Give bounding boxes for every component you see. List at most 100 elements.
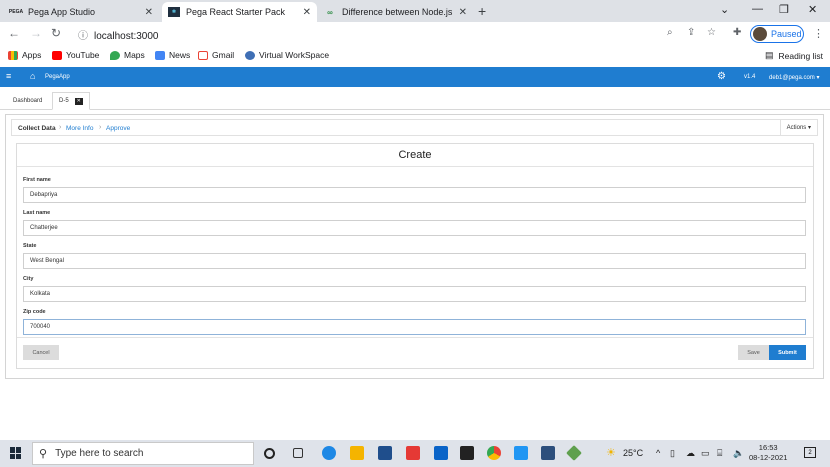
reload-button[interactable]: ↻: [51, 26, 61, 40]
bookmark-virtual-workspace[interactable]: Virtual WorkSpace: [245, 50, 329, 60]
tab-search-chevron-icon[interactable]: ⌄: [720, 3, 729, 16]
stage-breadcrumb: Collect Data › More Info › Approve Actio…: [11, 119, 818, 136]
browser-tab-title: Pega App Studio: [28, 7, 96, 17]
weather-temperature[interactable]: 25°C: [623, 448, 643, 458]
bookmark-apps[interactable]: Apps: [8, 50, 41, 60]
network-icon[interactable]: ⌸: [717, 448, 722, 459]
browser-tab-node-difference[interactable]: ∞ Difference between Node.js and ✕: [318, 2, 473, 22]
reading-list-button[interactable]: ▤ Reading list: [765, 50, 823, 61]
last-name-label: Last name: [23, 210, 51, 216]
first-name-field[interactable]: Debapriya: [23, 187, 806, 203]
weather-sun-icon[interactable]: ☀: [606, 446, 616, 459]
stage-approve[interactable]: Approve: [106, 125, 130, 132]
bookmark-gmail[interactable]: Gmail: [198, 50, 234, 60]
create-form: Create First name Debapriya Last name Ch…: [16, 143, 814, 369]
close-window-button[interactable]: ✕: [808, 3, 817, 16]
news-icon: [155, 50, 165, 60]
zoom-icon[interactable]: ⌕: [667, 27, 673, 38]
chevron-up-icon[interactable]: ^: [656, 448, 660, 458]
device-icon[interactable]: ▯: [670, 448, 675, 459]
cancel-button[interactable]: Cancel: [23, 345, 59, 360]
url-text: localhost:3000: [94, 31, 159, 42]
notification-center-icon[interactable]: 2: [804, 447, 816, 458]
form-title: Create: [17, 144, 813, 167]
profile-paused-button[interactable]: Paused: [750, 25, 804, 43]
close-tab-icon[interactable]: ✕: [74, 97, 83, 105]
last-name-field[interactable]: Chatterjee: [23, 220, 806, 236]
mail-icon[interactable]: [434, 446, 448, 460]
user-menu[interactable]: deb1@pega.com ▾: [769, 74, 819, 81]
bookmark-label: YouTube: [66, 50, 100, 60]
chrome-icon[interactable]: [487, 446, 501, 460]
actions-menu-button[interactable]: Actions ▾: [779, 120, 817, 135]
battery-icon[interactable]: ▭: [701, 448, 710, 459]
browser-tab-pega-studio[interactable]: PEGA Pega App Studio ✕: [4, 2, 159, 22]
clock-time: 16:53: [758, 443, 778, 452]
city-field[interactable]: Kolkata: [23, 286, 806, 302]
tab-dashboard[interactable]: Dashboard: [7, 92, 48, 110]
close-tab-icon[interactable]: ✕: [303, 7, 311, 18]
clock-date: 08-12-2021: [749, 453, 788, 462]
nodejs-icon[interactable]: [566, 445, 582, 461]
bookmark-label: Virtual WorkSpace: [259, 50, 330, 60]
file-explorer-icon[interactable]: [350, 446, 364, 460]
app-version: v1.4: [744, 74, 756, 80]
cortana-icon[interactable]: [264, 448, 275, 459]
zip-code-field[interactable]: 700040: [23, 319, 806, 335]
windows-start-icon[interactable]: [10, 447, 22, 459]
extensions-icon[interactable]: ✚: [733, 27, 741, 38]
reading-list-icon: ▤: [765, 50, 774, 60]
form-footer: Cancel Save Submit: [17, 337, 813, 369]
back-button[interactable]: ←: [8, 26, 20, 40]
close-tab-icon[interactable]: ✕: [459, 7, 467, 18]
site-info-icon[interactable]: ⓘ: [78, 31, 88, 42]
stage-more-info[interactable]: More Info: [66, 125, 93, 132]
restore-button[interactable]: ❐: [779, 3, 789, 16]
zip-code-label: Zip code: [23, 309, 46, 315]
youtube-icon: [52, 50, 62, 60]
bookmark-star-icon[interactable]: ☆: [707, 27, 716, 38]
state-field[interactable]: West Bengal: [23, 253, 806, 269]
volume-icon[interactable]: 🔈: [733, 448, 744, 459]
bookmark-maps[interactable]: Maps: [110, 50, 145, 60]
address-bar[interactable]: ⓘ localhost:3000: [78, 27, 159, 42]
gmail-icon: [198, 50, 208, 60]
chevron-right-icon: ›: [99, 124, 102, 131]
search-placeholder: Type here to search: [55, 448, 144, 459]
forward-button[interactable]: →: [30, 26, 42, 40]
bookmark-label: Apps: [22, 50, 42, 60]
bookmark-youtube[interactable]: YouTube: [52, 50, 99, 60]
share-icon[interactable]: ⇪: [687, 27, 695, 38]
browser-tab-react-starter[interactable]: ⚛ Pega React Starter Pack ✕: [162, 2, 317, 22]
edge-icon[interactable]: [322, 446, 336, 460]
profile-status: Paused: [771, 29, 802, 39]
chevron-right-icon: ›: [59, 124, 62, 131]
browser-menu-icon[interactable]: ⋮: [813, 27, 824, 40]
hamburger-menu-icon[interactable]: ≡: [6, 71, 11, 81]
terminal-icon[interactable]: [460, 446, 474, 460]
case-container: Collect Data › More Info › Approve Actio…: [5, 114, 824, 379]
minimize-button[interactable]: —: [752, 3, 763, 15]
browser-tab-title: Difference between Node.js and: [342, 7, 455, 17]
bookmarks-bar: Apps YouTube Maps News Gmail Virtual Wor…: [0, 46, 830, 66]
onedrive-icon[interactable]: ☁: [686, 448, 695, 459]
taskbar-search-box[interactable]: ⚲ Type here to search: [32, 442, 254, 465]
work-tabs: Dashboard D-5 ✕: [0, 90, 830, 110]
pega-favicon-icon: PEGA: [8, 9, 24, 15]
task-view-icon[interactable]: [293, 448, 303, 458]
bookmark-news[interactable]: News: [155, 50, 190, 60]
gear-icon[interactable]: ⚙: [717, 71, 726, 82]
office-icon[interactable]: [406, 446, 420, 460]
network-app-icon[interactable]: [541, 446, 555, 460]
first-name-label: First name: [23, 177, 51, 183]
close-tab-icon[interactable]: ✕: [145, 7, 153, 18]
tab-case-d5[interactable]: D-5 ✕: [52, 92, 90, 110]
store-icon[interactable]: [378, 446, 392, 460]
windows-taskbar: ⚲ Type here to search ☀ 25°C ^ ▯ ☁ ▭ ⌸ 🔈…: [0, 440, 830, 467]
home-icon[interactable]: ⌂: [30, 71, 35, 81]
system-clock[interactable]: 16:53 08-12-2021: [749, 443, 787, 463]
new-tab-button[interactable]: +: [478, 3, 486, 19]
vscode-icon[interactable]: [514, 446, 528, 460]
submit-button[interactable]: Submit: [769, 345, 806, 360]
save-button[interactable]: Save: [738, 345, 769, 360]
